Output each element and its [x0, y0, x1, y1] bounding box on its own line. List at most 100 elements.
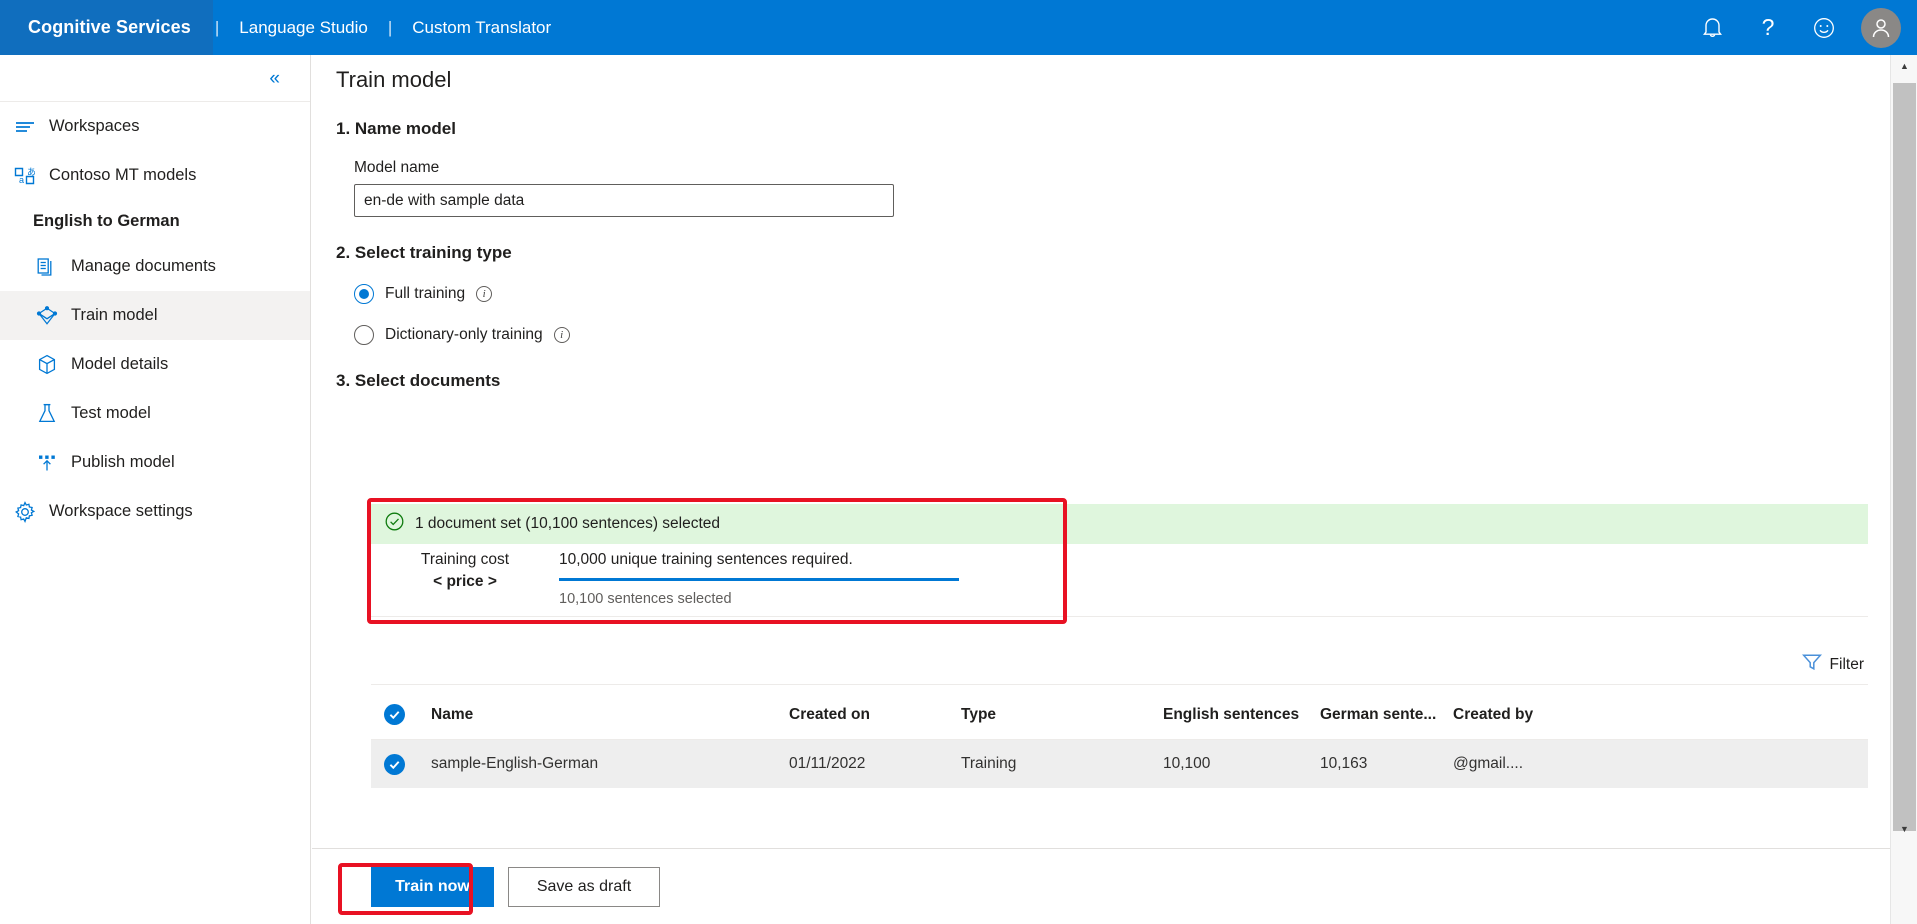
sentence-requirement-block: 10,000 unique training sentences require… — [559, 544, 1868, 607]
help-icon[interactable]: ? — [1743, 0, 1793, 55]
documents-icon — [33, 256, 60, 278]
column-header-type[interactable]: Type — [961, 706, 1163, 724]
sidebar-item-label: Contoso MT models — [49, 166, 197, 184]
scrollbar-thumb[interactable] — [1893, 83, 1916, 831]
document-selection-panel: 1 document set (10,100 sentences) select… — [371, 504, 1868, 617]
svg-text:a: a — [19, 175, 24, 185]
cell-created-by: @gmail.... — [1453, 755, 1523, 772]
documents-table: Name Created on Type English sentences G… — [371, 690, 1868, 788]
sidebar-item-model-details[interactable]: Model details — [0, 340, 310, 389]
training-cost-block: Training cost < price > — [371, 544, 559, 591]
sidebar-item-workspaces[interactable]: Workspaces — [0, 102, 310, 151]
chevron-double-left-icon: « — [269, 67, 280, 89]
sidebar-item-workspace-settings[interactable]: Workspace settings — [0, 487, 310, 536]
step-2-heading: 2. Select training type — [336, 243, 512, 262]
filter-label: Filter — [1829, 655, 1864, 673]
box-icon — [33, 354, 60, 376]
scroll-up-arrow-icon[interactable]: ▲ — [1891, 55, 1917, 77]
cell-name: sample-English-German — [431, 755, 599, 772]
svg-text:?: ? — [1762, 16, 1775, 40]
feedback-smiley-icon[interactable] — [1799, 0, 1849, 55]
sidebar-item-label: Workspaces — [49, 117, 140, 135]
radio-option-dictionary-only-training[interactable]: Dictionary-only training i — [312, 325, 1890, 345]
flask-icon — [33, 403, 60, 425]
checkbox-checked-icon — [384, 753, 405, 775]
left-sidebar: « Workspaces a あ Contoso MT models Engli… — [0, 55, 311, 924]
info-icon-full-training[interactable]: i — [476, 286, 493, 302]
sidebar-item-manage-documents[interactable]: Manage documents — [0, 242, 310, 291]
sidebar-item-publish-model[interactable]: Publish model — [0, 438, 310, 487]
bell-icon[interactable] — [1687, 0, 1737, 55]
funnel-icon — [1801, 653, 1822, 676]
scroll-down-arrow-icon[interactable]: ▼ — [1891, 818, 1917, 840]
sidebar-item-contoso-mt-models[interactable]: a あ Contoso MT models — [0, 151, 310, 200]
workspaces-icon — [11, 116, 38, 138]
sentences-selected-text: 10,100 sentences selected — [559, 591, 732, 607]
sidebar-item-label: Publish model — [71, 453, 175, 471]
column-header-name[interactable]: Name — [431, 706, 789, 724]
sidebar-item-label: Workspace settings — [49, 502, 193, 520]
sidebar-item-label: Model details — [71, 355, 169, 373]
top-bar-actions: ? — [1687, 0, 1917, 55]
user-avatar[interactable] — [1861, 7, 1901, 48]
sentence-progress-fill — [559, 578, 959, 581]
column-header-german-sentences[interactable]: German sente... — [1320, 706, 1453, 724]
main-content: Train model 1. Name model Model name 2. … — [312, 55, 1890, 924]
nav-separator-1: | — [214, 17, 220, 37]
filter-button[interactable]: Filter — [1801, 653, 1868, 676]
publish-icon — [33, 452, 60, 474]
step-1-heading: 1. Name model — [336, 119, 456, 138]
cell-created-on: 01/11/2022 — [789, 755, 866, 772]
training-cost-panel: Training cost < price > 10,000 unique tr… — [371, 544, 1868, 617]
selection-success-banner: 1 document set (10,100 sentences) select… — [371, 504, 1868, 544]
info-icon-dictionary-only[interactable]: i — [553, 327, 570, 343]
radio-dictionary-only-indicator[interactable] — [354, 325, 374, 345]
training-cost-value: < price > — [433, 573, 497, 590]
svg-text:あ: あ — [27, 167, 35, 177]
sidebar-item-label: Train model — [71, 306, 158, 324]
selection-banner-text: 1 document set (10,100 sentences) select… — [415, 515, 721, 532]
sidebar-group-english-to-german: English to German — [0, 200, 310, 242]
nav-link-language-studio[interactable]: Language Studio — [221, 18, 386, 38]
gear-icon — [11, 500, 38, 523]
model-name-label: Model name — [354, 159, 440, 176]
table-row[interactable]: sample-English-German 01/11/2022 Trainin… — [371, 740, 1868, 788]
train-model-icon — [33, 305, 60, 327]
sentence-progress-bar — [559, 578, 959, 581]
save-as-draft-button[interactable]: Save as draft — [508, 866, 660, 907]
requirement-text: 10,000 unique training sentences require… — [559, 551, 853, 568]
column-header-created-on[interactable]: Created on — [789, 706, 961, 724]
cell-type: Training — [961, 755, 1017, 772]
radio-option-full-training[interactable]: Full training i — [312, 284, 1890, 304]
column-header-english-sentences[interactable]: English sentences — [1163, 706, 1320, 724]
check-circle-icon — [385, 512, 404, 536]
sidebar-group-label: English to German — [33, 211, 180, 230]
brand-cognitive-services[interactable]: Cognitive Services — [0, 0, 213, 55]
row-checkbox[interactable] — [371, 753, 431, 775]
model-name-input[interactable] — [354, 184, 894, 217]
page-title: Train model — [336, 67, 452, 92]
mt-models-icon: a あ — [11, 165, 38, 187]
step-3-heading: 3. Select documents — [336, 371, 501, 390]
table-header-row: Name Created on Type English sentences G… — [371, 690, 1868, 740]
nav-link-custom-translator[interactable]: Custom Translator — [394, 18, 569, 38]
train-now-button[interactable]: Train now — [371, 866, 494, 907]
sidebar-item-label: Manage documents — [71, 257, 216, 275]
training-cost-label: Training cost — [420, 551, 510, 568]
radio-full-training-label: Full training — [385, 285, 466, 302]
column-header-created-by[interactable]: Created by — [1453, 706, 1613, 724]
vertical-scrollbar[interactable]: ▲ ▼ — [1890, 55, 1917, 924]
sidebar-item-train-model[interactable]: Train model — [0, 291, 310, 340]
nav-separator-2: | — [387, 17, 393, 37]
brand-label: Cognitive Services — [28, 17, 191, 37]
radio-dictionary-only-label: Dictionary-only training — [385, 326, 543, 343]
sidebar-item-label: Test model — [71, 404, 151, 422]
sidebar-collapse-button[interactable]: « — [0, 55, 310, 102]
radio-full-training-indicator[interactable] — [354, 284, 374, 304]
checkbox-checked-icon — [384, 704, 405, 725]
cell-german-sentences: 10,163 — [1320, 755, 1368, 772]
form-footer: Train now Save as draft — [312, 848, 1890, 924]
select-all-checkbox[interactable] — [371, 704, 431, 725]
top-navigation-bar: Cognitive Services | Language Studio | C… — [0, 0, 1917, 55]
sidebar-item-test-model[interactable]: Test model — [0, 389, 310, 438]
